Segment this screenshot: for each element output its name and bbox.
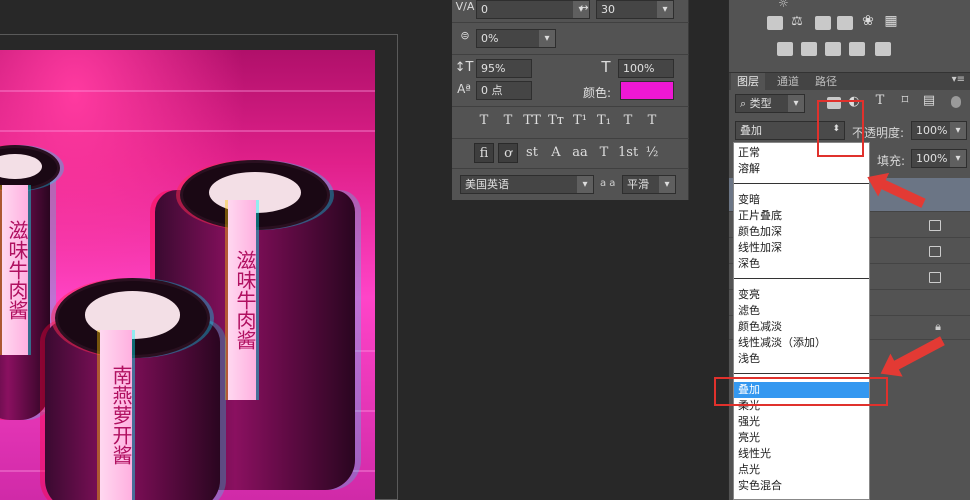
blend-option[interactable]: 深色 [734, 256, 869, 272]
filter-kind-select[interactable]: ⌕ 类型 [735, 94, 805, 113]
vertical-scale-field[interactable]: 95% [476, 59, 532, 78]
baseline-scale-icon: ⊜ [460, 29, 470, 42]
blend-option[interactable]: 线性光 [734, 446, 869, 462]
canvas-area[interactable]: 滋味牛肉酱 滋味牛肉酱 南燕萝开酱 [0, 0, 452, 500]
tsume-field[interactable]: 0% [476, 29, 556, 48]
levels-icon[interactable] [767, 16, 783, 30]
smart-object-icon [929, 246, 941, 257]
blend-option[interactable]: 亮光 [734, 430, 869, 446]
channel-mixer-icon[interactable]: ❀ [859, 13, 877, 29]
opentype-button[interactable]: T [594, 143, 614, 163]
panel-tabs: 图层 通道 路径 ▾≡ [729, 72, 970, 91]
blend-option[interactable]: 颜色减淡 [734, 319, 869, 335]
opentype-button[interactable]: fi [474, 143, 494, 163]
fill-field[interactable]: 100% [911, 149, 967, 168]
blend-option[interactable]: 点光 [734, 462, 869, 478]
horizontal-scale-field[interactable]: 100% [618, 59, 674, 78]
blend-option[interactable]: 溶解 [734, 161, 869, 177]
search-icon: ⌕ [740, 97, 750, 110]
blend-mode-value: 叠加 [740, 124, 762, 137]
panel-menu-icon[interactable]: ▾≡ [952, 74, 965, 85]
smart-object-icon [929, 220, 941, 231]
invert-icon[interactable] [777, 42, 793, 56]
type-filter-icon[interactable]: T [872, 93, 888, 108]
type-style-button[interactable]: T [498, 111, 518, 131]
type-style-button[interactable]: T [618, 111, 638, 131]
gradient-map-icon[interactable] [849, 42, 865, 56]
type-style-button[interactable]: T¹ [570, 111, 590, 131]
posterize-icon[interactable] [801, 42, 817, 56]
color-lookup-icon[interactable]: ▦ [881, 13, 901, 29]
language-select[interactable]: 美国英语 [460, 175, 594, 194]
smart-filter-icon[interactable]: ▤ [921, 93, 937, 108]
horizontal-scale-icon: T [601, 58, 611, 76]
fill-label: 填充: [877, 154, 906, 168]
balance-icon[interactable]: ⚖ [787, 14, 807, 29]
opentype-button[interactable]: A [546, 143, 566, 163]
jar-label-back: 滋味牛肉酱 [228, 200, 257, 400]
opentype-button[interactable]: aa [570, 143, 590, 163]
tab-channels[interactable]: 通道 [771, 73, 805, 91]
blend-mode-menu[interactable]: 正常 溶解 变暗 正片叠底 颜色加深 线性加深 深色 变亮 滤色 颜色减淡 线性减淡（添加） 浅色 叠加… [733, 142, 870, 500]
blend-option[interactable]: 滤色 [734, 303, 869, 319]
selective-color-icon[interactable] [875, 42, 891, 56]
vertical-scale-icon: ↕T [454, 60, 474, 75]
highlight-box-overlay [714, 377, 888, 406]
tab-paths[interactable]: 路径 [809, 73, 843, 91]
brightness-icon[interactable]: ☼ [778, 0, 789, 10]
opentype-button[interactable]: ơ [498, 143, 518, 163]
kerning-icon-label: ↔ [579, 1, 589, 14]
jar-label-left: 滋味牛肉酱 [2, 185, 29, 355]
workspace-gap [690, 0, 728, 500]
type-style-button[interactable]: Tт [546, 111, 566, 131]
filter-kind-label: 类型 [749, 97, 772, 110]
type-style-button[interactable]: TT [522, 111, 542, 131]
highlight-box-arrow-button [817, 100, 864, 157]
blend-option[interactable]: 实色混合 [734, 478, 869, 494]
blend-option[interactable]: 颜色加深 [734, 224, 869, 240]
antialias-icon: a a [600, 178, 616, 189]
jar-label-front: 南燕萝开酱 [100, 330, 133, 500]
menu-separator [734, 183, 869, 184]
blend-option[interactable]: 浅色 [734, 351, 869, 367]
color-label: 颜色: [583, 86, 612, 100]
character-panel: V/A 0 ↔ 30 ⊜ 0% ↕T 95% T 100% Aª 0 点 颜色:… [452, 0, 689, 200]
antialias-select[interactable]: 平滑 [622, 175, 676, 194]
smart-object-icon [929, 272, 941, 283]
photo-filter-icon[interactable] [837, 16, 853, 30]
opentype-button[interactable]: 1st [618, 143, 638, 163]
tracking-icon: V/A [455, 0, 475, 13]
adjustments-top-row: ☼ [774, 0, 874, 10]
type-style-button[interactable]: T₁ [594, 111, 614, 131]
shape-filter-icon[interactable]: ⌑ [897, 93, 913, 108]
menu-separator [734, 373, 869, 374]
opentype-button[interactable]: ½ [642, 143, 662, 163]
blend-option[interactable]: 正片叠底 [734, 208, 869, 224]
tab-layers[interactable]: 图层 [731, 73, 765, 91]
type-style-button[interactable]: T [474, 111, 494, 131]
blend-option[interactable]: 线性减淡（添加） [734, 335, 869, 351]
opentype-button[interactable]: st [522, 143, 542, 163]
filter-toggle[interactable] [951, 96, 961, 108]
document-image[interactable]: 滋味牛肉酱 滋味牛肉酱 南燕萝开酱 [0, 50, 375, 500]
blend-option[interactable]: 变亮 [734, 287, 869, 303]
bw-icon[interactable] [815, 16, 831, 30]
color-swatch[interactable] [620, 81, 674, 100]
blend-option[interactable]: 强光 [734, 414, 869, 430]
blend-option[interactable]: 线性加深 [734, 240, 869, 256]
baseline-shift-icon: Aª [457, 82, 471, 96]
blend-option[interactable]: 变暗 [734, 192, 869, 208]
type-style-button[interactable]: T [642, 111, 662, 131]
opacity-field[interactable]: 100% [911, 121, 967, 140]
baseline-shift-field[interactable]: 0 点 [476, 81, 532, 100]
threshold-icon[interactable] [825, 42, 841, 56]
lock-icon: 🔒︎ [935, 320, 941, 333]
menu-separator [734, 278, 869, 279]
kerning-field[interactable]: 30 [596, 0, 674, 19]
